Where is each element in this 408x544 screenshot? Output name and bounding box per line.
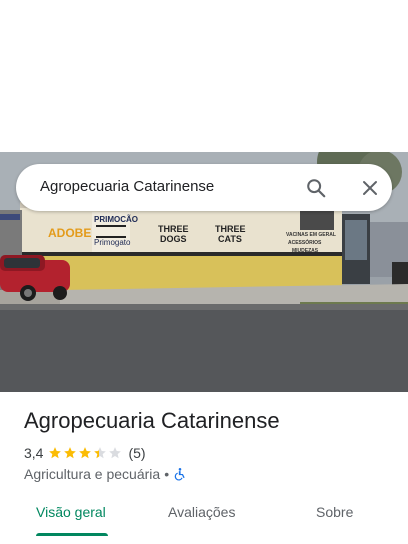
sign-vacinas-2: ACESSÓRIOS <box>288 240 322 246</box>
wheelchair-icon <box>174 468 185 481</box>
search-button[interactable] <box>302 174 330 202</box>
sign-primogato: Primogato <box>94 238 131 247</box>
tab-about[interactable]: Sobre <box>316 504 353 520</box>
sign-three-cats-1: THREE <box>215 224 246 234</box>
search-icon <box>307 179 326 198</box>
place-title: Agropecuaria Catarinense <box>24 408 280 433</box>
sign-three-dogs-2: DOGS <box>160 234 187 244</box>
tab-reviews[interactable]: Avaliações <box>168 504 235 520</box>
category-row: Agricultura e pecuária • <box>24 465 187 483</box>
sign-three-cats-2: CATS <box>218 234 242 244</box>
search-bar[interactable]: Agropecuaria Catarinense <box>16 164 392 211</box>
rating-stars <box>48 446 123 460</box>
review-count[interactable]: (5) <box>128 445 145 461</box>
tab-overview[interactable]: Visão geral <box>36 504 106 520</box>
sign-primocao: PRIMOCÃO <box>94 215 138 224</box>
sign-vacinas-3: MIUDEZAS <box>292 248 319 254</box>
rating-row[interactable]: 3,4 (5) <box>24 444 146 462</box>
separator-dot: • <box>164 466 170 482</box>
star-icon <box>49 447 62 459</box>
place-tabs: Visão geral Avaliações Sobre <box>0 496 408 536</box>
star-icon <box>94 447 107 459</box>
search-input[interactable]: Agropecuaria Catarinense <box>40 178 214 195</box>
place-category: Agricultura e pecuária <box>24 466 161 482</box>
sign-three-dogs-1: THREE <box>158 224 189 234</box>
sign-adobe: ADOBE <box>48 226 92 240</box>
clear-search-button[interactable] <box>356 174 384 202</box>
star-icon <box>109 447 122 459</box>
star-icon <box>64 447 77 459</box>
close-icon <box>363 181 377 195</box>
active-tab-indicator <box>36 533 108 536</box>
sign-vacinas-1: VACINAS EM GERAL <box>286 232 336 238</box>
star-icon <box>79 447 92 459</box>
rating-value: 3,4 <box>24 445 44 461</box>
